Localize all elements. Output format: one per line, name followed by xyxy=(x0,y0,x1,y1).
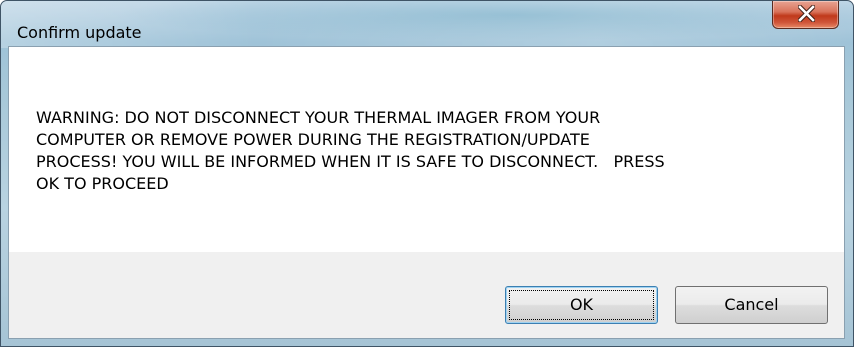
ok-button-label: OK xyxy=(569,295,594,314)
window-title: Confirm update xyxy=(17,23,142,42)
ok-button[interactable]: OK xyxy=(505,286,658,324)
button-bar: OK Cancel xyxy=(9,252,844,338)
warning-message: WARNING: DO NOT DISCONNECT YOUR THERMAL … xyxy=(36,108,665,193)
title-bar[interactable]: Confirm update xyxy=(1,1,853,48)
cancel-button[interactable]: Cancel xyxy=(675,286,828,324)
close-button[interactable] xyxy=(772,1,839,29)
cancel-button-label: Cancel xyxy=(724,295,779,314)
dialog-window: Confirm update WARNING: DO NOT DISCONNEC… xyxy=(0,0,854,347)
close-icon xyxy=(798,5,815,22)
dialog-client-area: WARNING: DO NOT DISCONNECT YOUR THERMAL … xyxy=(8,46,845,339)
